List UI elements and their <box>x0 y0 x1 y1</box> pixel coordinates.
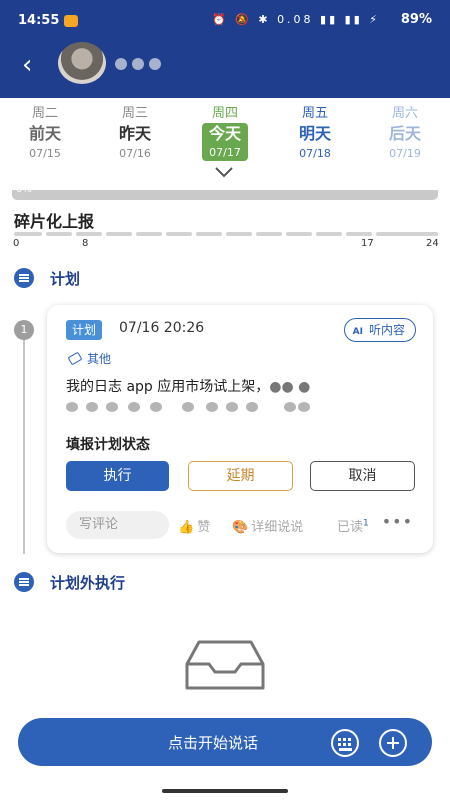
plan-section-title: 计划 <box>50 270 81 288</box>
list-icon <box>14 268 34 288</box>
weekday-label: 周五 <box>301 106 328 121</box>
day-today[interactable]: 周四 今天 07/17 <box>195 102 255 161</box>
day-before-yesterday[interactable]: 周二 前天 07/15 <box>15 102 75 160</box>
plan-time: 07/16 20:26 <box>119 320 205 336</box>
status-fill-title: 填报计划状态 <box>66 437 150 453</box>
progress-percent: 0% <box>16 184 32 195</box>
status-bar: 14:55 ⏰ 🔕 ✱ 0.08 ▮▮ ▮▮ ⚡ 89% <box>0 8 450 34</box>
palette-icon: 🎨 <box>232 520 249 535</box>
ai-voice-icon: AI <box>352 327 363 337</box>
thumbs-up-icon: 👍 <box>178 520 195 535</box>
avatar[interactable] <box>58 42 106 84</box>
category-tag[interactable]: 其他 <box>67 350 112 367</box>
progress-bar: 0% <box>12 184 438 200</box>
day-label: 今天 <box>202 123 248 145</box>
day-label: 昨天 <box>118 124 151 143</box>
tick-label: 17 <box>361 238 374 249</box>
day-yesterday[interactable]: 周三 昨天 07/16 <box>105 102 165 160</box>
read-count: 1 <box>363 518 369 529</box>
fragment-timeline-bar <box>14 232 438 236</box>
tag-icon <box>67 351 83 366</box>
more-icon[interactable]: ••• <box>382 512 413 531</box>
battery-level: 89% <box>400 12 432 27</box>
day-label: 后天 <box>388 124 421 143</box>
day-date: 07/18 <box>299 147 331 160</box>
speak-label: 点击开始说话 <box>168 734 259 752</box>
back-button[interactable]: ‹ <box>22 50 32 80</box>
day-date: 07/16 <box>119 147 151 160</box>
execute-button[interactable]: 执行 <box>66 461 169 491</box>
timeline-line <box>23 330 25 554</box>
day-date: 07/19 <box>389 147 421 160</box>
delay-button[interactable]: 延期 <box>188 461 293 491</box>
listen-label: 听内容 <box>368 323 405 337</box>
speak-bar[interactable]: 点击开始说话 <box>18 718 432 766</box>
plan-tag: 计划 <box>66 320 103 340</box>
day-after-tomorrow[interactable]: 周六 后天 07/19 <box>375 102 435 160</box>
status-icons: ⏰ 🔕 ✱ 0.08 ▮▮ ▮▮ ⚡ <box>211 13 380 26</box>
like-button[interactable]: 👍 赞 <box>178 516 210 535</box>
category-label: 其他 <box>87 352 112 366</box>
timeline-index: 1 <box>14 320 34 340</box>
user-name-blurred <box>115 55 175 71</box>
network-speed: 0.08 <box>277 13 314 26</box>
tick-label: 8 <box>82 238 89 249</box>
weekday-label: 周三 <box>121 106 148 121</box>
fragment-report-title: 碎片化上报 <box>14 212 95 231</box>
cancel-button[interactable]: 取消 <box>310 461 415 491</box>
comment-input[interactable]: 写评论 <box>66 511 169 539</box>
like-label: 赞 <box>197 520 211 535</box>
keyboard-icon[interactable] <box>331 729 359 757</box>
chevron-down-icon[interactable] <box>215 166 233 178</box>
plus-icon[interactable] <box>379 729 407 757</box>
content-blurred <box>66 399 326 415</box>
app-notification-icon <box>64 15 78 27</box>
outside-plan-section-title: 计划外执行 <box>50 574 126 592</box>
day-date: 07/17 <box>202 145 248 161</box>
week-selector: 周二 前天 07/15 周三 昨天 07/16 周四 今天 07/17 周五 明… <box>0 98 450 188</box>
plan-content-text: 我的日志 app 应用市场试上架， <box>66 379 270 395</box>
plan-card[interactable]: 计划 07/16 20:26 AI 听内容 其他 我的日志 app 应用市场试上架… <box>47 305 433 553</box>
tick-label: 24 <box>426 238 439 249</box>
read-status[interactable]: 已读1 <box>337 516 369 535</box>
detail-button[interactable]: 🎨 详细说说 <box>232 516 303 535</box>
detail-label: 详细说说 <box>251 520 304 535</box>
read-label: 已读 <box>337 520 364 535</box>
listen-content-button[interactable]: AI 听内容 <box>343 318 416 342</box>
plan-content: 我的日志 app 应用市场试上架，●● ● <box>66 379 311 395</box>
weekday-label: 周四 <box>211 106 238 121</box>
day-tomorrow[interactable]: 周五 明天 07/18 <box>285 102 345 160</box>
day-label: 明天 <box>298 124 331 143</box>
header-bar: 14:55 ⏰ 🔕 ✱ 0.08 ▮▮ ▮▮ ⚡ 89% ‹ <box>0 0 450 98</box>
tick-label: 0 <box>13 238 20 249</box>
day-date: 07/15 <box>29 147 61 160</box>
home-indicator <box>162 789 288 793</box>
list-icon <box>14 572 34 592</box>
status-time: 14:55 <box>18 13 60 28</box>
weekday-label: 周六 <box>391 106 418 121</box>
empty-inbox-icon <box>185 640 265 690</box>
weekday-label: 周二 <box>31 106 58 121</box>
day-label: 前天 <box>28 124 61 143</box>
